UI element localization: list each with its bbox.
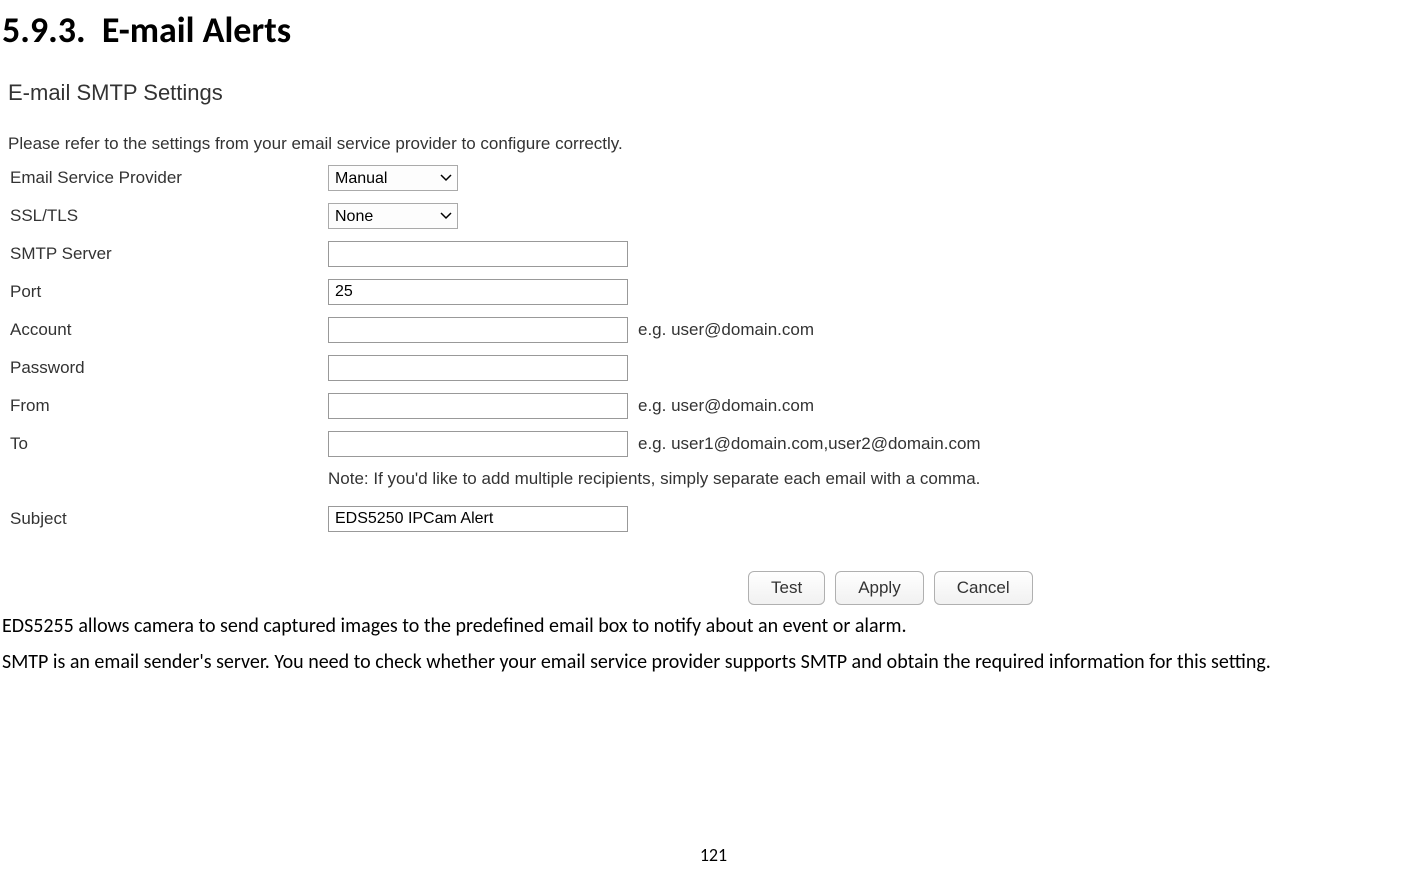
input-account[interactable]: [328, 317, 628, 343]
row-email-service-provider: Email Service Provider Manual: [8, 164, 1427, 192]
page-number: 121: [0, 844, 1427, 866]
row-port: Port: [8, 278, 1427, 306]
body-paragraph-1: EDS5255 allows camera to send captured i…: [0, 611, 1427, 641]
label-account: Account: [8, 320, 328, 340]
select-email-service-provider[interactable]: Manual: [328, 165, 458, 191]
row-account: Account e.g. user@domain.com: [8, 316, 1427, 344]
button-row: Test Apply Cancel: [8, 571, 1427, 605]
hint-to: e.g. user1@domain.com,user2@domain.com: [638, 434, 981, 454]
section-number: 5.9.3.: [2, 8, 86, 52]
body-paragraph-2: SMTP is an email sender's server. You ne…: [0, 647, 1427, 677]
row-subject: Subject: [8, 505, 1427, 533]
hint-from: e.g. user@domain.com: [638, 396, 814, 416]
row-from: From e.g. user@domain.com: [8, 392, 1427, 420]
smtp-settings-panel: E-mail SMTP Settings Please refer to the…: [0, 80, 1427, 605]
panel-intro: Please refer to the settings from your e…: [8, 134, 1427, 154]
label-from: From: [8, 396, 328, 416]
label-email-service-provider: Email Service Provider: [8, 168, 328, 188]
section-heading: 5.9.3. E-mail Alerts: [0, 0, 1427, 52]
input-from[interactable]: [328, 393, 628, 419]
row-to: To e.g. user1@domain.com,user2@domain.co…: [8, 430, 1427, 458]
label-subject: Subject: [8, 509, 328, 529]
label-password: Password: [8, 358, 328, 378]
label-port: Port: [8, 282, 328, 302]
row-note: Note: If you'd like to add multiple reci…: [8, 468, 1427, 491]
input-smtp-server[interactable]: [328, 241, 628, 267]
label-ssl-tls: SSL/TLS: [8, 206, 328, 226]
row-ssl-tls: SSL/TLS None: [8, 202, 1427, 230]
hint-account: e.g. user@domain.com: [638, 320, 814, 340]
row-password: Password: [8, 354, 1427, 382]
label-smtp-server: SMTP Server: [8, 244, 328, 264]
input-subject[interactable]: [328, 506, 628, 532]
input-to[interactable]: [328, 431, 628, 457]
cancel-button[interactable]: Cancel: [934, 571, 1033, 605]
panel-title: E-mail SMTP Settings: [8, 80, 1427, 106]
input-port[interactable]: [328, 279, 628, 305]
section-title: E-mail Alerts: [102, 8, 291, 52]
test-button[interactable]: Test: [748, 571, 825, 605]
label-to: To: [8, 434, 328, 454]
row-smtp-server: SMTP Server: [8, 240, 1427, 268]
input-password[interactable]: [328, 355, 628, 381]
apply-button[interactable]: Apply: [835, 571, 924, 605]
note-multiple-recipients: Note: If you'd like to add multiple reci…: [328, 468, 980, 491]
select-ssl-tls[interactable]: None: [328, 203, 458, 229]
